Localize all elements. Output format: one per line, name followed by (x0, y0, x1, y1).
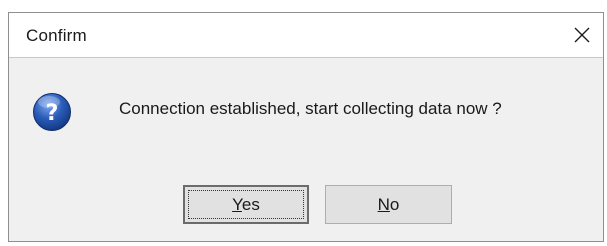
title-bar[interactable]: Confirm (9, 13, 603, 58)
window-title: Confirm (26, 26, 87, 45)
question-icon: ? (33, 93, 71, 131)
no-mnemonic: N (377, 194, 390, 214)
no-button-label: No (378, 195, 400, 215)
focus-ring (188, 190, 304, 219)
close-icon (574, 27, 590, 43)
confirm-dialog: Confirm ? Connection established, start … (8, 12, 604, 242)
svg-text:?: ? (46, 101, 59, 126)
message-text: Connection established, start collecting… (119, 99, 502, 118)
close-button[interactable] (567, 21, 597, 49)
no-label-rest: o (389, 194, 400, 214)
no-button[interactable]: No (325, 185, 452, 224)
yes-button[interactable]: Yes (183, 185, 309, 224)
